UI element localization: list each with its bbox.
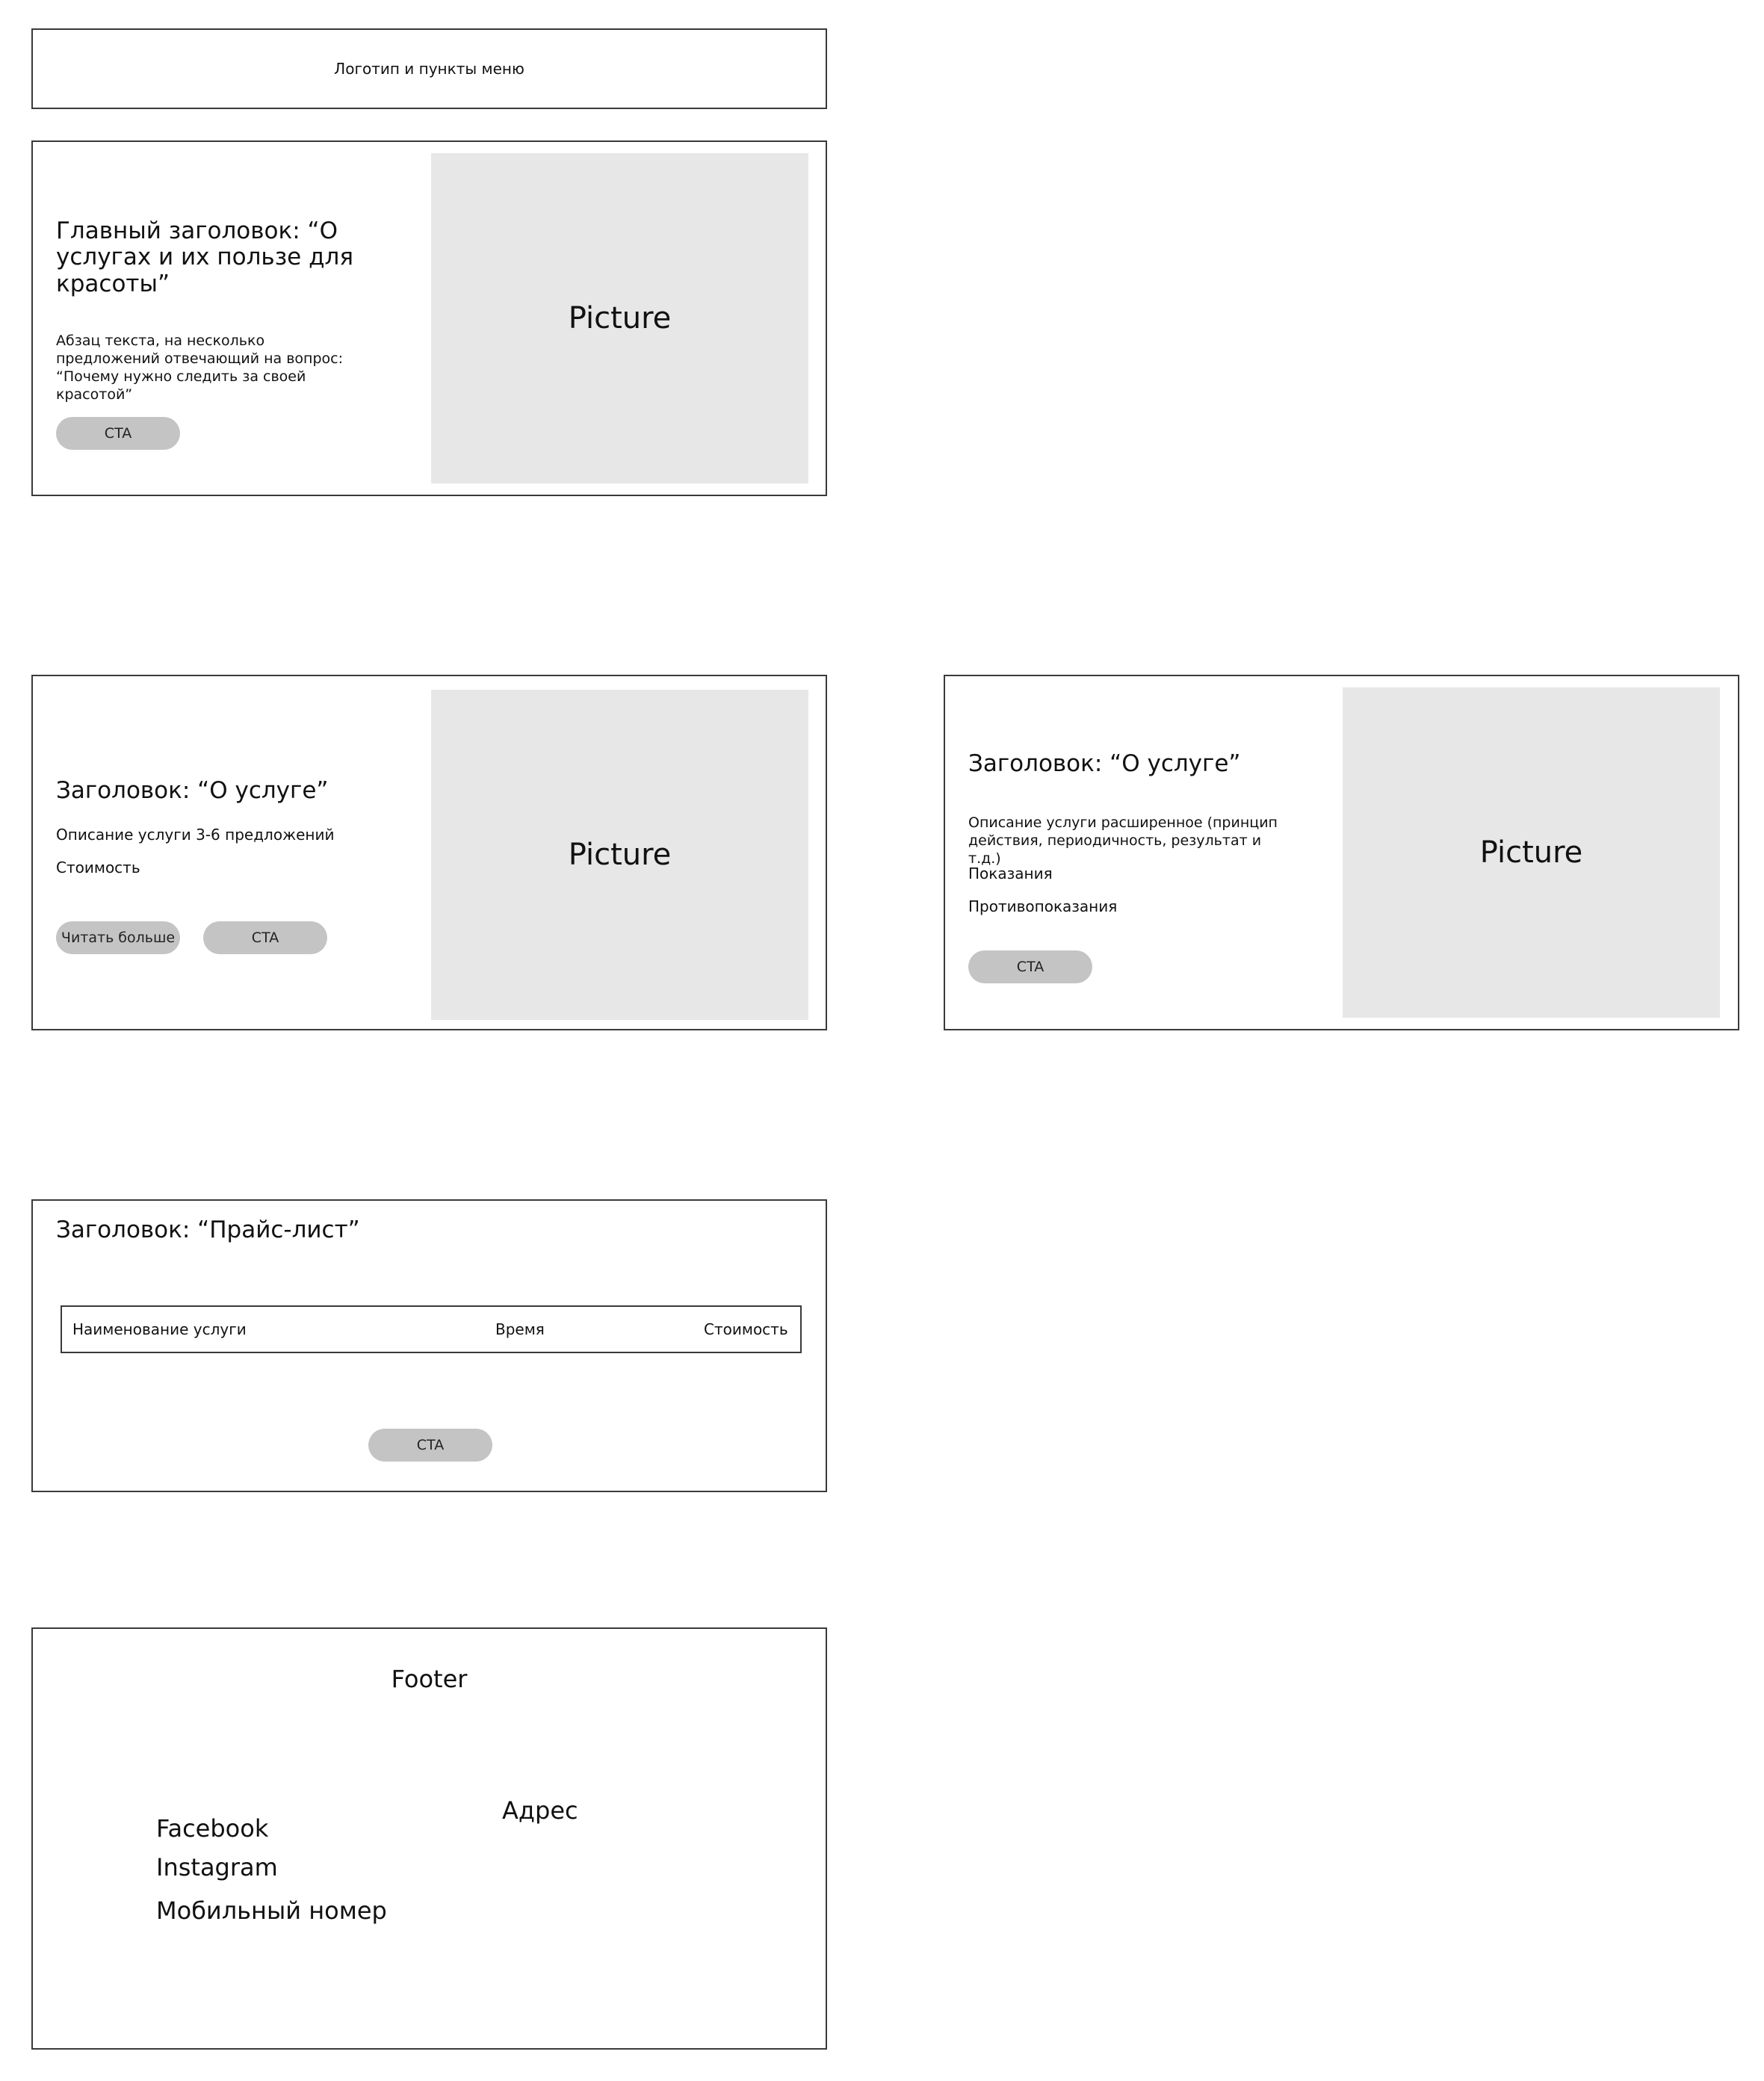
pricelist-block: Заголовок: “Прайс-лист” Наименование усл…: [31, 1199, 827, 1492]
service-detail-cta-button[interactable]: CTA: [968, 950, 1092, 983]
footer-address: Адрес: [502, 1796, 578, 1825]
service-detail-description: Описание услуги расширенное (принцип дей…: [968, 814, 1278, 868]
service-detail-block: Заголовок: “О услуге” Описание услуги ра…: [944, 675, 1739, 1030]
service-detail-indications: Показания: [968, 865, 1053, 882]
service-detail-picture: Picture: [1343, 687, 1720, 1018]
footer-block: Footer Facebook Instagram Мобильный номе…: [31, 1627, 827, 2050]
footer-title: Footer: [391, 1665, 468, 1693]
header-label: Логотип и пункты меню: [334, 60, 524, 78]
service-detail-contraindications: Противопоказания: [968, 897, 1118, 915]
read-more-button[interactable]: Читать больше: [56, 921, 180, 954]
service-short-price: Стоимость: [56, 859, 140, 876]
header-block: Логотип и пункты меню: [31, 28, 827, 109]
footer-phone[interactable]: Мобильный номер: [156, 1896, 387, 1925]
hero-title: Главный заголовок: “О услугах и их польз…: [56, 217, 354, 297]
pricelist-table-header: Наименование услуги Время Стоимость: [61, 1305, 802, 1353]
hero-cta-button[interactable]: CTA: [56, 417, 180, 450]
service-short-picture: Picture: [431, 690, 808, 1020]
hero-paragraph: Абзац текста, на несколько предложений о…: [56, 333, 343, 403]
footer-link-instagram[interactable]: Instagram: [156, 1853, 278, 1881]
column-service-name: Наименование услуги: [72, 1320, 247, 1338]
column-price: Стоимость: [704, 1320, 788, 1338]
hero-picture: Picture: [431, 153, 808, 483]
service-short-description: Описание услуги 3-6 предложений: [56, 826, 335, 844]
pricelist-title: Заголовок: “Прайс-лист”: [56, 1216, 360, 1243]
service-short-title: Заголовок: “О услуге”: [56, 777, 329, 804]
service-short-cta-button[interactable]: CTA: [203, 921, 327, 954]
pricelist-cta-button[interactable]: CTA: [368, 1429, 492, 1462]
column-time: Время: [495, 1320, 545, 1338]
service-short-block: Заголовок: “О услуге” Описание услуги 3-…: [31, 675, 827, 1030]
footer-link-facebook[interactable]: Facebook: [156, 1814, 268, 1843]
hero-block: Главный заголовок: “О услугах и их польз…: [31, 140, 827, 496]
service-detail-title: Заголовок: “О услуге”: [968, 750, 1241, 777]
